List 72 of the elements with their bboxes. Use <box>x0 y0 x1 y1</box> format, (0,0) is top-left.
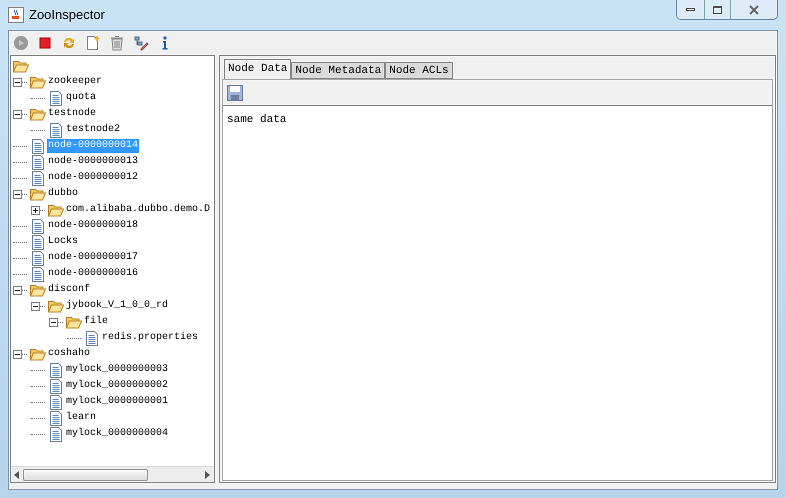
collapse-icon[interactable] <box>13 110 22 118</box>
tree-item[interactable]: node-0000000018 <box>47 219 140 233</box>
horizontal-scrollbar[interactable] <box>11 466 214 482</box>
tree-item[interactable]: learn <box>65 411 98 425</box>
node-data-field[interactable]: same data <box>223 105 772 480</box>
document-icon <box>32 170 44 186</box>
collapse-icon[interactable] <box>49 318 58 326</box>
tree-item[interactable]: jybook_V_1_0_0_rd <box>65 299 170 313</box>
tree-item[interactable]: zookeeper <box>47 75 104 89</box>
folder-icon <box>30 284 46 296</box>
tree-item[interactable]: mylock_0000000003 <box>65 363 170 377</box>
tree-item[interactable]: node-0000000012 <box>47 171 140 185</box>
folder-icon <box>30 108 46 120</box>
tab[interactable]: Node ACLs <box>385 62 453 79</box>
tree-item[interactable]: mylock_0000000002 <box>65 379 170 393</box>
scroll-right-icon[interactable] <box>205 470 211 478</box>
tree-item[interactable]: quota <box>65 91 98 105</box>
stop-icon[interactable] <box>37 35 53 51</box>
close-icon <box>748 4 760 14</box>
tree-item[interactable]: testnode2 <box>65 123 122 137</box>
tree-item[interactable]: coshaho <box>47 347 92 361</box>
tree-item[interactable]: node-0000000016 <box>47 267 140 281</box>
folder-icon <box>48 300 64 312</box>
tree-item[interactable]: node-0000000017 <box>47 251 140 265</box>
tree-item[interactable]: mylock_0000000004 <box>65 427 170 441</box>
scroll-left-icon[interactable] <box>14 470 20 478</box>
tree-item[interactable]: dubbo <box>47 187 80 201</box>
document-icon <box>32 266 44 282</box>
document-icon <box>50 394 62 410</box>
tree-item[interactable]: disconf <box>47 283 92 297</box>
collapse-icon[interactable] <box>31 302 40 310</box>
trash-icon[interactable] <box>109 35 125 51</box>
document-icon <box>32 234 44 250</box>
document-icon <box>86 330 98 346</box>
document-icon <box>32 218 44 234</box>
minimize-button[interactable] <box>677 0 705 19</box>
document-icon <box>32 154 44 170</box>
document-icon <box>50 378 62 394</box>
tree-item[interactable]: file <box>83 315 110 329</box>
document-icon <box>32 138 44 154</box>
expand-icon[interactable] <box>31 206 40 214</box>
collapse-icon[interactable] <box>13 286 22 294</box>
tab[interactable]: Node Metadata <box>291 62 386 79</box>
folder-icon <box>30 188 46 200</box>
document-icon <box>50 122 62 138</box>
collapse-icon[interactable] <box>13 190 22 198</box>
coffee-cup-icon <box>8 7 24 23</box>
folder-icon <box>66 316 82 328</box>
folder-icon <box>48 204 64 216</box>
tree-item[interactable]: com.alibaba.dubbo.demo.D <box>65 203 212 217</box>
document-icon <box>50 90 62 106</box>
close-button[interactable] <box>731 0 777 19</box>
tree-item[interactable]: testnode <box>47 107 98 121</box>
document-icon <box>50 362 62 378</box>
tree-edit-icon[interactable] <box>133 35 149 51</box>
tree-item[interactable]: Locks <box>47 235 80 249</box>
document-icon <box>50 410 62 426</box>
save-icon[interactable] <box>227 84 243 100</box>
window-title: ZooInspector <box>29 6 105 24</box>
new-file-icon[interactable] <box>85 35 101 51</box>
folder-icon <box>30 348 46 360</box>
folder-icon <box>13 60 29 72</box>
collapse-icon[interactable] <box>13 350 22 358</box>
maximize-button[interactable] <box>705 0 731 19</box>
document-icon <box>50 426 62 442</box>
tree-item[interactable]: node-0000000013 <box>47 155 140 169</box>
document-icon <box>32 250 44 266</box>
tree-item[interactable]: redis.properties <box>101 331 200 345</box>
tree-item[interactable]: mylock_0000000001 <box>65 395 170 409</box>
folder-icon <box>30 76 46 88</box>
collapse-icon[interactable] <box>13 78 22 86</box>
tab[interactable]: Node Data <box>224 59 292 79</box>
